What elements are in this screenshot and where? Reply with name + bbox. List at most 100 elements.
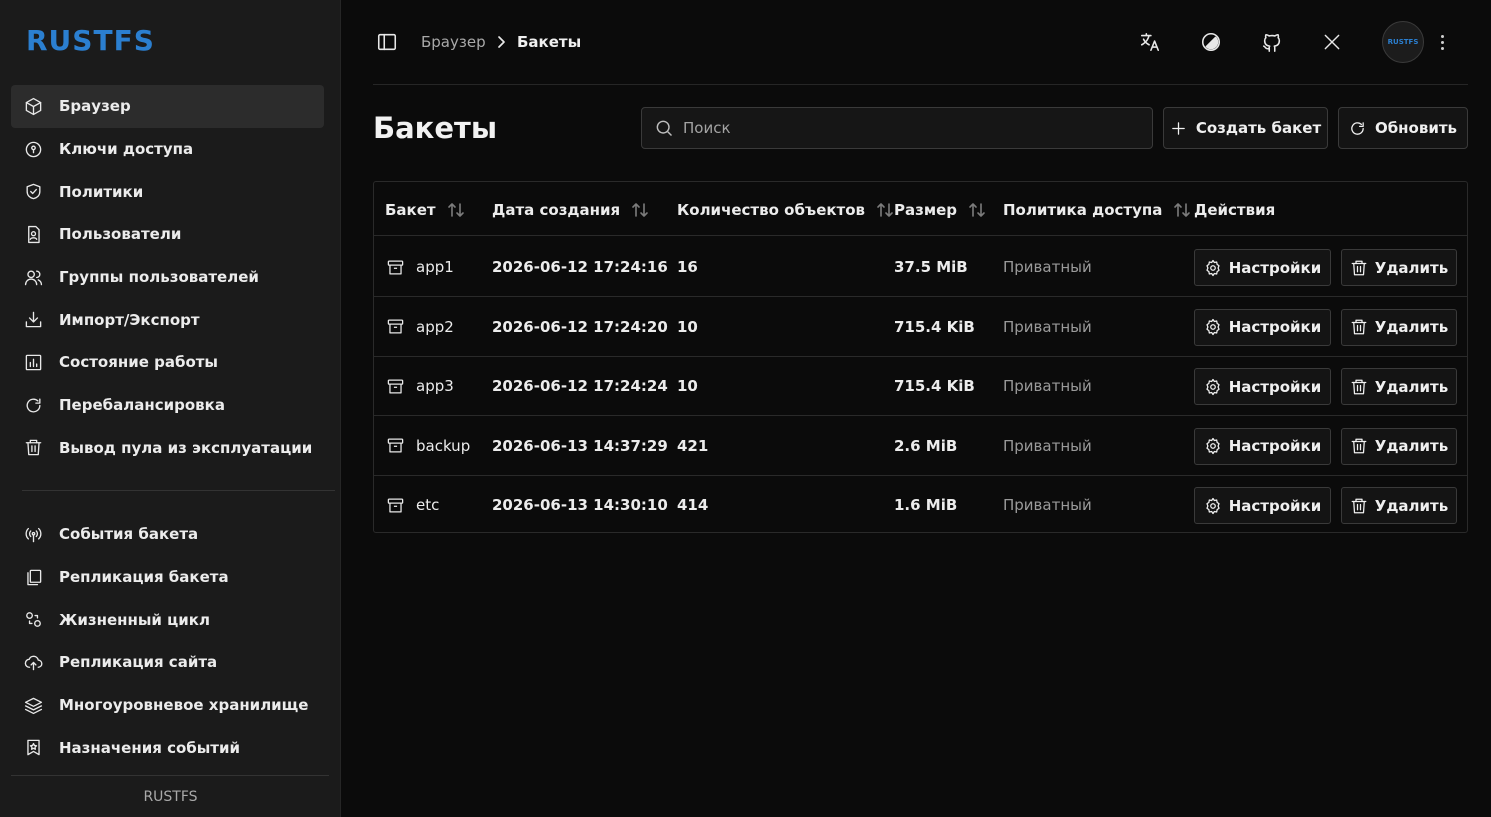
x-twitter-link[interactable] <box>1320 30 1344 54</box>
search-box[interactable] <box>641 107 1153 149</box>
bucket-name[interactable]: etc <box>416 496 439 514</box>
archive-icon <box>387 438 404 453</box>
bucket-name[interactable]: backup <box>416 437 470 455</box>
translate-icon <box>1140 32 1160 52</box>
table-row: app1 2026-06-12 17:24:16 16 37.5 MiB При… <box>374 237 1467 297</box>
delete-button[interactable]: Удалить <box>1341 368 1457 406</box>
column-header-policy[interactable]: Политика доступа <box>1003 201 1192 219</box>
bucket-name[interactable]: app1 <box>416 258 454 276</box>
sidebar-item-bucket-events[interactable]: События бакета <box>11 513 324 556</box>
bookmark-star-icon <box>23 738 43 758</box>
archive-icon <box>387 319 404 334</box>
settings-button[interactable]: Настройки <box>1194 368 1331 406</box>
trash-icon <box>1351 319 1367 335</box>
delete-button[interactable]: Удалить <box>1341 249 1457 286</box>
language-button[interactable] <box>1138 30 1162 54</box>
sidebar: RUSTFS Браузер Ключи доступа Политики По… <box>0 0 341 817</box>
sidebar-item-access-keys[interactable]: Ключи доступа <box>11 128 324 171</box>
download-icon <box>23 310 43 330</box>
column-header-size[interactable]: Размер <box>894 201 987 219</box>
sidebar-item-policies[interactable]: Политики <box>11 170 324 213</box>
bucket-name[interactable]: app2 <box>416 318 454 336</box>
sidebar-item-health[interactable]: Состояние работы <box>11 341 324 384</box>
sidebar-item-label: Репликация бакета <box>59 568 229 587</box>
policy-cell: Приватный <box>1003 436 1092 455</box>
gear-icon <box>1206 497 1220 515</box>
size-cell: 1.6 MiB <box>894 496 958 515</box>
settings-label: Настройки <box>1228 258 1322 277</box>
sidebar-item-decommission[interactable]: Вывод пула из эксплуатации <box>11 427 324 470</box>
bar-chart-icon <box>23 352 43 372</box>
bucket-name-cell[interactable]: app2 <box>386 297 454 357</box>
sidebar-item-rebalance[interactable]: Перебалансировка <box>11 384 324 427</box>
sidebar-footer-divider <box>11 775 329 776</box>
refresh-icon <box>23 395 43 415</box>
delete-button[interactable]: Удалить <box>1341 487 1457 525</box>
refresh-label: Обновить <box>1374 119 1458 137</box>
column-header-objects[interactable]: Количество объектов <box>677 201 895 219</box>
settings-label: Настройки <box>1228 437 1322 456</box>
settings-button[interactable]: Настройки <box>1194 487 1331 525</box>
avatar[interactable]: RUSTFS <box>1382 21 1424 63</box>
sidebar-item-event-targets[interactable]: Назначения событий <box>11 726 324 769</box>
sort-icon <box>967 201 987 219</box>
delete-button[interactable]: Удалить <box>1341 308 1457 346</box>
column-header-bucket[interactable]: Бакет <box>385 201 466 219</box>
sidebar-item-tiering[interactable]: Многоуровневое хранилище <box>11 684 324 727</box>
more-menu-button[interactable] <box>1436 31 1448 53</box>
sidebar-item-browser[interactable]: Браузер <box>11 85 324 128</box>
settings-button[interactable]: Настройки <box>1194 249 1331 286</box>
trash-icon <box>23 438 43 458</box>
sidebar-nav-secondary: События бакета Репликация бакета Жизненн… <box>11 513 324 769</box>
created-cell: 2026-06-12 17:24:20 <box>492 317 668 336</box>
delete-label: Удалить <box>1374 377 1449 396</box>
table-row: app2 2026-06-12 17:24:20 10 715.4 KiB Пр… <box>374 297 1467 357</box>
objects-cell: 414 <box>677 496 709 515</box>
column-label: Политика доступа <box>1003 201 1163 219</box>
created-cell: 2026-06-13 14:30:10 <box>492 496 668 515</box>
column-label: Дата создания <box>492 201 621 219</box>
sort-icon <box>446 201 466 219</box>
created-cell: 2026-06-12 17:24:16 <box>492 258 668 276</box>
create-bucket-label: Создать бакет <box>1195 119 1322 137</box>
bucket-name[interactable]: app3 <box>416 377 454 395</box>
box-icon <box>23 96 43 116</box>
theme-toggle-button[interactable] <box>1199 30 1223 54</box>
sidebar-item-user-groups[interactable]: Группы пользователей <box>11 256 324 299</box>
sidebar-item-import-export[interactable]: Импорт/Экспорт <box>11 298 324 341</box>
cloud-upload-icon <box>23 652 43 672</box>
delete-button[interactable]: Удалить <box>1341 427 1457 465</box>
trash-icon <box>1351 379 1367 395</box>
sidebar-item-site-replication[interactable]: Репликация сайта <box>11 641 324 684</box>
archive-icon <box>387 260 404 274</box>
copy-icon <box>23 567 43 587</box>
create-bucket-button[interactable]: Создать бакет <box>1163 107 1328 149</box>
refresh-button[interactable]: Обновить <box>1338 107 1468 149</box>
bucket-name-cell[interactable]: etc <box>386 475 439 535</box>
sidebar-item-label: Группы пользователей <box>59 268 259 287</box>
gear-icon <box>1206 318 1220 336</box>
sidebar-toggle-button[interactable] <box>376 31 398 53</box>
trash-icon <box>1351 260 1367 275</box>
settings-label: Настройки <box>1228 377 1322 396</box>
github-link[interactable] <box>1260 30 1284 54</box>
bucket-name-cell[interactable]: backup <box>386 416 470 476</box>
sidebar-item-lifecycle[interactable]: Жизненный цикл <box>11 598 324 641</box>
breadcrumb-buckets: Бакеты <box>517 33 582 51</box>
settings-label: Настройки <box>1228 496 1322 515</box>
shield-check-icon <box>23 182 43 202</box>
bucket-name-cell[interactable]: app3 <box>386 356 454 416</box>
sidebar-item-label: События бакета <box>59 525 199 544</box>
breadcrumb-browser[interactable]: Браузер <box>421 33 486 51</box>
column-header-created[interactable]: Дата создания <box>492 201 650 219</box>
sidebar-divider <box>22 490 335 491</box>
settings-button[interactable]: Настройки <box>1194 427 1331 465</box>
sidebar-item-users[interactable]: Пользователи <box>11 213 324 256</box>
kebab-dot <box>1440 34 1444 38</box>
search-input[interactable] <box>683 119 1123 137</box>
sidebar-item-bucket-replication[interactable]: Репликация бакета <box>11 556 324 599</box>
table-row: backup 2026-06-13 14:37:29 421 2.6 MiB П… <box>374 416 1467 476</box>
settings-button[interactable]: Настройки <box>1194 308 1331 346</box>
sidebar-item-label: Состояние работы <box>59 353 219 372</box>
bucket-name-cell[interactable]: app1 <box>386 237 454 297</box>
